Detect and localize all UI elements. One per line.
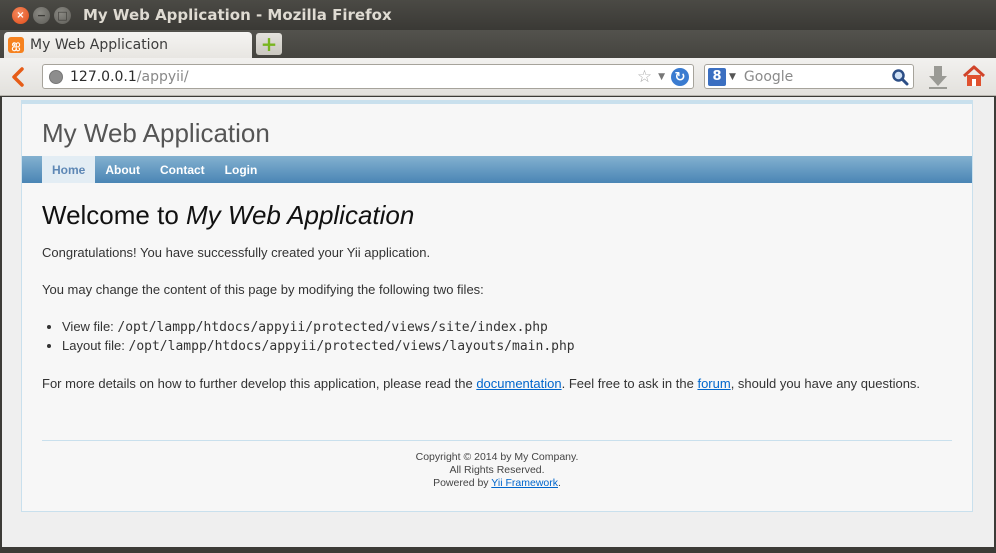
url-bar[interactable]: 127.0.0.1/appyii/ ☆ ▼ ↻ <box>42 64 694 89</box>
change-paragraph: You may change the content of this page … <box>42 282 484 297</box>
menu-item-home[interactable]: Home <box>42 156 96 183</box>
footer-powered: Powered by Yii Framework. <box>42 477 952 490</box>
home-icon <box>962 65 986 86</box>
layout-file-path: /opt/lampp/htdocs/appyii/protected/views… <box>128 339 575 354</box>
tab-my-web-application[interactable]: ஐ My Web Application <box>4 32 252 58</box>
details-text-middle: . Feel free to ask in the <box>561 376 698 391</box>
yii-framework-link[interactable]: Yii Framework <box>491 477 558 489</box>
navigation-toolbar: 127.0.0.1/appyii/ ☆ ▼ ↻ 8 ▼ <box>0 58 996 96</box>
layout-file-label: Layout file: <box>62 338 129 353</box>
details-text-before: For more details on how to further devel… <box>42 376 477 391</box>
main-menu: Home About Contact Login <box>22 156 972 183</box>
menu-item-contact[interactable]: Contact <box>150 156 215 183</box>
tab-bar: ஐ My Web Application + <box>0 30 996 58</box>
menu-item-about[interactable]: About <box>95 156 150 183</box>
tab-label: My Web Application <box>30 37 169 53</box>
footer-rights: All Rights Reserved. <box>449 464 545 476</box>
documentation-link[interactable]: documentation <box>476 376 561 391</box>
menu-item-login[interactable]: Login <box>215 156 268 183</box>
search-input[interactable] <box>743 68 894 85</box>
history-dropdown-icon[interactable]: ▼ <box>658 72 665 82</box>
yii-page-container: My Web Application Home About Contact Lo… <box>21 100 973 512</box>
window-bottom-border <box>0 547 996 553</box>
footer-copyright: Copyright © 2014 by My Company. <box>415 451 579 463</box>
google-search-engine-icon[interactable]: 8 <box>708 67 726 86</box>
page-footer: Copyright © 2014 by My Company. All Righ… <box>42 440 952 490</box>
list-item-view-file: View file: /opt/lampp/htdocs/appyii/prot… <box>62 319 952 335</box>
window-title: My Web Application - Mozilla Firefox <box>83 6 392 24</box>
search-engine-dropdown-icon[interactable]: ▼ <box>729 72 736 82</box>
window-close-button[interactable]: × <box>12 6 29 24</box>
url-path: /appyii/ <box>136 68 189 85</box>
home-button[interactable] <box>962 64 986 88</box>
window-minimize-button[interactable]: − <box>33 6 50 24</box>
details-paragraph: For more details on how to further devel… <box>42 376 952 391</box>
back-arrow-icon <box>12 67 24 87</box>
details-text-after: , should you have any questions. <box>730 376 921 391</box>
view-file-label: View file: <box>62 319 118 334</box>
downloads-button[interactable] <box>928 64 948 90</box>
site-identity-globe-icon[interactable] <box>49 69 63 84</box>
heading-prefix: Welcome to <box>42 200 187 230</box>
main-content: Welcome to My Web Application Congratula… <box>42 200 952 413</box>
back-button[interactable] <box>8 66 30 88</box>
site-title: My Web Application <box>42 118 270 148</box>
powered-suffix: . <box>557 477 561 489</box>
page-heading: Welcome to My Web Application <box>42 200 952 231</box>
view-file-path: /opt/lampp/htdocs/appyii/protected/views… <box>117 320 548 335</box>
files-list: View file: /opt/lampp/htdocs/appyii/prot… <box>62 319 952 354</box>
new-tab-button[interactable]: + <box>256 33 282 55</box>
reload-icon[interactable]: ↻ <box>671 68 689 86</box>
xampp-favicon-icon: ஐ <box>8 37 24 53</box>
plus-icon: + <box>260 32 278 56</box>
forum-link[interactable]: forum <box>697 376 730 391</box>
intro-paragraph: Congratulations! You have successfully c… <box>42 245 431 260</box>
heading-app-name: My Web Application <box>186 200 415 230</box>
list-item-layout-file: Layout file: /opt/lampp/htdocs/appyii/pr… <box>62 338 952 354</box>
download-arrow-icon <box>929 66 947 89</box>
search-magnifier-icon[interactable] <box>891 68 909 86</box>
window-titlebar: × − □ My Web Application - Mozilla Firef… <box>0 0 996 30</box>
page-viewport[interactable]: My Web Application Home About Contact Lo… <box>2 97 994 547</box>
url-host: 127.0.0.1 <box>70 68 137 85</box>
powered-prefix: Powered by <box>433 477 492 489</box>
bookmark-star-icon[interactable]: ☆ <box>637 67 652 87</box>
window-maximize-button[interactable]: □ <box>54 6 71 24</box>
search-bar[interactable]: 8 ▼ <box>704 64 914 89</box>
